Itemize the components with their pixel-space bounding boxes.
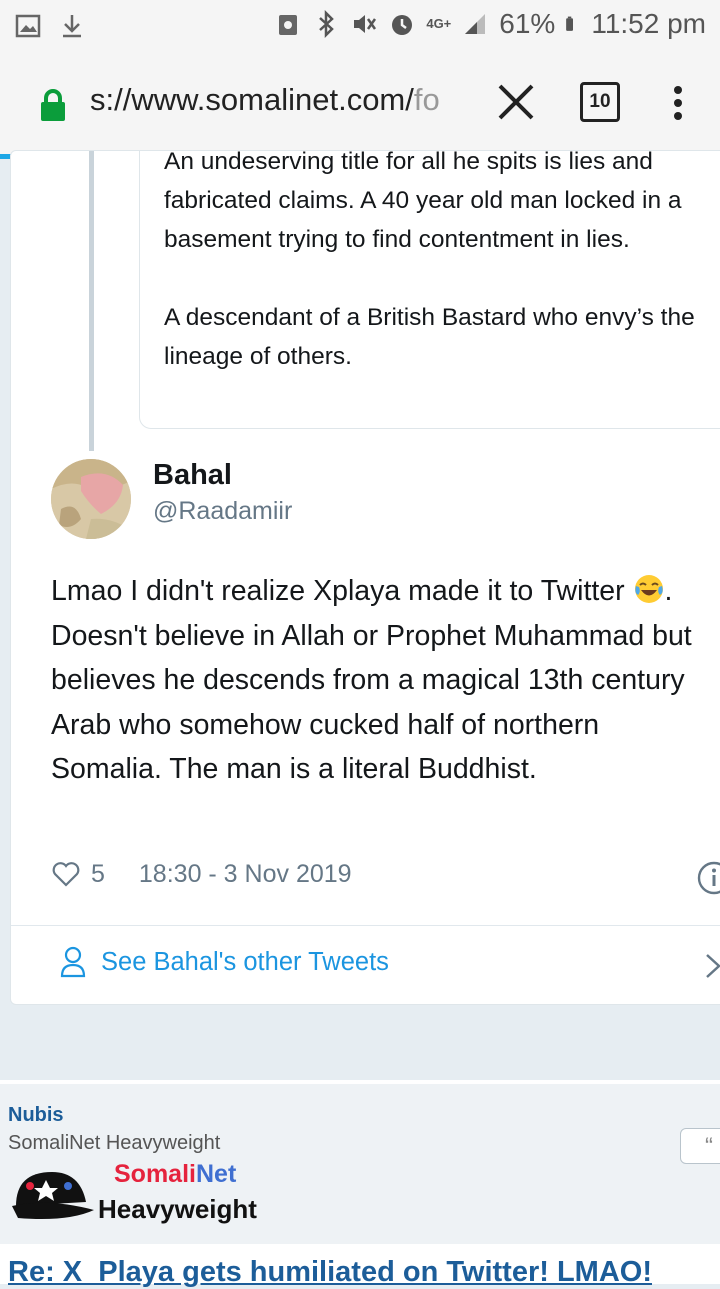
close-icon[interactable] xyxy=(496,82,536,122)
browser-toolbar: s://www.somalinet.com/fo 10 xyxy=(0,52,720,156)
download-icon xyxy=(63,15,81,38)
tweet-timestamp[interactable]: 18:30 - 3 Nov 2019 xyxy=(139,860,352,889)
lock-icon[interactable] xyxy=(38,88,68,122)
embedded-tweet: An undeserving title for all he spits is… xyxy=(10,150,720,1005)
badge-logo-red: Somali xyxy=(114,1160,196,1188)
like-count: 5 xyxy=(91,859,105,888)
url-text-fade: fo xyxy=(413,82,440,117)
tears-of-joy-emoji-icon xyxy=(634,575,663,603)
thread-line xyxy=(89,151,94,451)
post-title[interactable]: Re: X_Playa gets humiliated on Twitter! … xyxy=(8,1256,652,1289)
rank-badge: SomaliNet Heavyweight xyxy=(6,1158,276,1230)
network-type: 4G+ xyxy=(426,16,452,31)
quoted-tweet-text: An undeserving title for all he spits is… xyxy=(164,150,695,370)
badge-logo-text: SomaliNet xyxy=(114,1160,236,1189)
tweet-author-name[interactable]: Bahal xyxy=(153,459,232,492)
quoted-tweet[interactable]: An undeserving title for all he spits is… xyxy=(139,150,720,429)
battery-percent: 61% xyxy=(499,8,556,39)
post-title-bar: Re: X_Playa gets humiliated on Twitter! … xyxy=(0,1244,720,1288)
url-field[interactable]: s://www.somalinet.com/fo xyxy=(90,82,475,128)
heart-icon[interactable] xyxy=(51,859,81,889)
bluetooth-icon xyxy=(319,10,335,38)
alarm-icon xyxy=(392,15,413,35)
avatar-map-icon xyxy=(51,459,131,539)
gallery-icon xyxy=(15,14,41,38)
forum-post: Nubis SomaliNet Heavyweight SomaliNet He… xyxy=(0,1080,720,1288)
chevron-right-icon[interactable] xyxy=(703,951,720,981)
clock: 11:52 pm xyxy=(591,8,706,39)
menu-icon[interactable] xyxy=(668,86,688,126)
tweet-author-handle[interactable]: @Raadamiir xyxy=(153,497,292,526)
avatar[interactable] xyxy=(51,459,131,539)
mute-icon xyxy=(354,15,377,33)
recycle-icon xyxy=(279,15,298,35)
url-text: s://www.somalinet.com/ xyxy=(90,82,414,117)
post-author-rank: SomaliNet Heavyweight xyxy=(8,1132,221,1154)
quote-button[interactable]: “ xyxy=(680,1128,720,1164)
badge-rank-text: Heavyweight xyxy=(98,1194,257,1224)
tweet-meta: 5 18:30 - 3 Nov 2019 xyxy=(51,859,352,889)
person-icon xyxy=(60,946,86,978)
divider xyxy=(11,925,720,926)
info-icon[interactable] xyxy=(697,861,720,895)
cap-icon xyxy=(12,1172,94,1219)
tab-switcher-button[interactable]: 10 xyxy=(580,82,620,122)
badge-logo-blue: Net xyxy=(195,1160,237,1188)
see-other-tweets-link[interactable]: See Bahal's other Tweets xyxy=(59,946,389,978)
status-bar: 4G+ 61% 11:52 pm xyxy=(0,0,720,52)
signal-icon xyxy=(465,14,486,34)
see-other-tweets-label: See Bahal's other Tweets xyxy=(101,947,389,976)
tweet-text-part1: Lmao I didn't realize Xplaya made it to … xyxy=(51,575,633,607)
tweet-text: Lmao I didn't realize Xplaya made it to … xyxy=(51,569,716,792)
battery-icon xyxy=(566,16,574,31)
post-author[interactable]: Nubis xyxy=(8,1104,64,1127)
